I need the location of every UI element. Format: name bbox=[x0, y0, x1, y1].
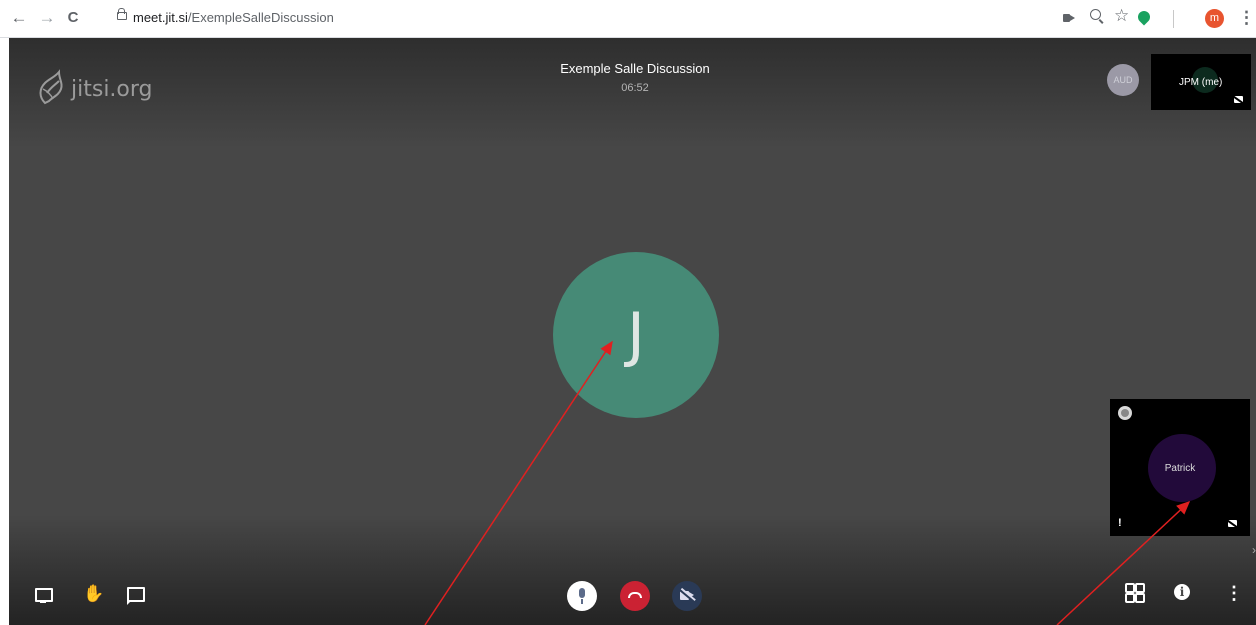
star-icon[interactable]: ☆ bbox=[1114, 6, 1129, 26]
address-bar[interactable]: meet.jit.si/ExempleSalleDiscussion bbox=[133, 10, 334, 25]
browser-toolbar: ← → C meet.jit.si/ExempleSalleDiscussion… bbox=[0, 0, 1256, 38]
tile-square bbox=[1135, 583, 1145, 593]
meeting-stage: jitsi.org Exemple Salle Discussion 06:52… bbox=[9, 38, 1256, 625]
toolbar-divider bbox=[1173, 10, 1174, 28]
microphone-button[interactable] bbox=[567, 581, 597, 611]
camera-toggle-button[interactable] bbox=[672, 581, 702, 611]
conference-timer: 06:52 bbox=[621, 82, 649, 94]
camera-off-icon bbox=[1228, 520, 1237, 527]
profile-avatar[interactable]: m bbox=[1205, 9, 1224, 28]
self-video-thumbnail[interactable]: JPM (me) bbox=[1151, 54, 1251, 110]
forward-icon[interactable]: → bbox=[36, 7, 58, 29]
conference-title: Exemple Salle Discussion bbox=[560, 61, 710, 76]
microphone-icon bbox=[579, 588, 585, 598]
audio-participant-avatar[interactable]: AUD bbox=[1107, 64, 1139, 96]
tile-square bbox=[1135, 593, 1145, 603]
raise-hand-button[interactable]: ✋ bbox=[83, 585, 104, 603]
extension-icon[interactable] bbox=[1135, 8, 1153, 26]
hangup-button[interactable] bbox=[620, 581, 650, 611]
self-label: JPM (me) bbox=[1179, 77, 1223, 88]
reload-icon[interactable]: C bbox=[62, 7, 84, 29]
main-participant-avatar: J bbox=[553, 252, 719, 418]
more-actions-button[interactable]: ⋮ bbox=[1225, 583, 1243, 604]
pin-icon[interactable] bbox=[1118, 406, 1132, 420]
tile-view-button[interactable] bbox=[1125, 583, 1145, 603]
url-host: meet.jit.si bbox=[133, 10, 188, 25]
camera-off-icon bbox=[1234, 96, 1243, 103]
tile-square bbox=[1125, 593, 1135, 603]
back-icon[interactable]: ← bbox=[8, 7, 30, 29]
participant-thumbnail-patrick[interactable]: Patrick ! bbox=[1110, 399, 1250, 536]
info-button[interactable]: i bbox=[1174, 584, 1190, 600]
microphone-stand bbox=[581, 599, 583, 604]
hangup-icon bbox=[628, 592, 642, 598]
menu-icon[interactable]: ⋮ bbox=[1238, 8, 1255, 28]
chat-button[interactable] bbox=[127, 587, 145, 605]
participant-label: Patrick bbox=[1164, 463, 1196, 474]
filmstrip-toggle-icon[interactable]: › bbox=[1252, 543, 1256, 557]
lock-icon[interactable] bbox=[117, 8, 127, 20]
zoom-icon[interactable] bbox=[1090, 9, 1101, 20]
camera-icon[interactable] bbox=[1063, 14, 1075, 22]
tile-square bbox=[1125, 583, 1135, 593]
url-path: /ExempleSalleDiscussion bbox=[187, 10, 334, 25]
screenshare-button[interactable] bbox=[35, 588, 53, 603]
connection-warning-icon[interactable]: ! bbox=[1118, 517, 1122, 529]
